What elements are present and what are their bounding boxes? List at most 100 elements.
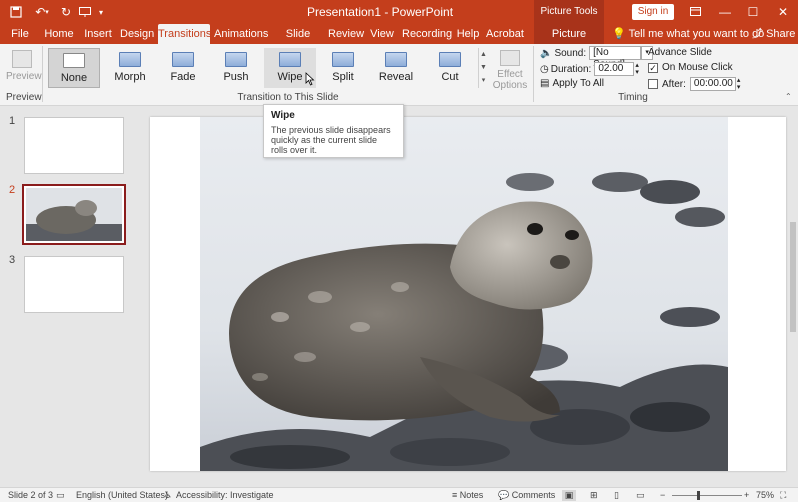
preview-button[interactable]: Preview — [6, 48, 42, 88]
tab-insert[interactable]: Insert — [82, 24, 114, 44]
tab-picture-format[interactable]: Picture Format — [534, 24, 604, 60]
tab-view[interactable]: View — [368, 24, 396, 44]
seal-photo-thumbnail-image — [26, 188, 122, 241]
slide-thumbnail-2[interactable] — [22, 184, 126, 245]
slideshow-view-icon[interactable]: ▭ — [636, 490, 645, 501]
zoom-out-icon[interactable]: − — [660, 490, 665, 501]
collapse-ribbon-icon[interactable]: ⌃ — [785, 92, 792, 101]
advance-slide-title: Advance Slide — [648, 47, 712, 58]
fit-slide-icon[interactable]: ⛶ — [780, 490, 786, 501]
tab-recording[interactable]: Recording — [402, 24, 452, 44]
apply-all-label: Apply To All — [552, 78, 604, 89]
accessibility-status[interactable]: Accessibility: Investigate — [176, 490, 274, 501]
tab-animations[interactable]: Animations — [214, 24, 268, 44]
redo-icon[interactable]: ↻ — [58, 4, 74, 20]
zoom-slider[interactable] — [672, 495, 742, 496]
transition-fade[interactable]: Fade — [157, 48, 209, 88]
gallery-up-icon[interactable]: ▲ — [479, 48, 488, 61]
share-icon: ⤴ — [752, 28, 763, 40]
share-button[interactable]: ⤴ Share — [752, 24, 795, 44]
preview-group-label: Preview — [6, 92, 42, 103]
zoom-slider-thumb[interactable] — [697, 491, 700, 500]
transition-split[interactable]: Split — [317, 48, 369, 88]
minimize-button[interactable]: — — [714, 2, 736, 22]
slide-sorter-icon[interactable]: ⊞ — [590, 490, 598, 501]
preview-label: Preview — [6, 71, 42, 82]
maximize-button[interactable]: ☐ — [742, 2, 764, 22]
after-input[interactable]: 00:00.00 — [689, 77, 736, 91]
slide-thumbnail-1[interactable] — [24, 117, 124, 174]
customize-toolbar-icon[interactable]: ▾ — [96, 4, 106, 20]
transition-label: None — [60, 72, 88, 84]
duration-row: ◷ Duration: 02.00 ▴ ▾ — [540, 62, 639, 76]
tab-acrobat[interactable]: Acrobat — [486, 24, 524, 44]
transition-morph[interactable]: Morph — [104, 48, 156, 88]
transition-label: Morph — [114, 71, 146, 83]
clock-icon: ◷ — [540, 63, 549, 75]
tell-me-search[interactable]: 💡 Tell me what you want to do — [612, 24, 764, 44]
comments-button[interactable]: 💬 Comments — [498, 490, 555, 501]
vertical-scroll-thumb[interactable] — [790, 222, 796, 332]
undo-icon[interactable]: ↶ ▾ — [30, 4, 54, 20]
picture-tools-header: Picture Tools — [534, 0, 604, 24]
sound-row: 🔈 Sound: [No Sound] ▾ — [540, 46, 654, 70]
on-mouse-click-checkbox[interactable]: ✓ — [648, 62, 658, 73]
slide-thumbnail-pane: 1 2 3 — [0, 107, 138, 487]
morph-transition-icon — [119, 52, 141, 67]
ribbon-display-icon[interactable] — [684, 2, 706, 22]
save-icon[interactable] — [8, 4, 24, 20]
slide-number: 2 — [9, 184, 16, 196]
window-title: Presentation1 - PowerPoint — [306, 5, 454, 19]
close-button[interactable]: ✕ — [772, 2, 794, 22]
tab-review[interactable]: Review — [328, 24, 364, 44]
after-label: After: — [662, 78, 686, 90]
push-transition-icon — [225, 52, 247, 67]
wipe-transition-icon — [279, 52, 301, 67]
effect-options-icon — [500, 50, 520, 66]
transition-cut[interactable]: Cut — [424, 48, 476, 88]
apply-all-button[interactable]: ▤ Apply To All — [540, 78, 604, 89]
gallery-more-icon[interactable]: ▾ — [479, 74, 488, 87]
vertical-scrollbar[interactable] — [788, 107, 798, 487]
share-label: Share — [766, 28, 796, 40]
transition-push[interactable]: Push — [210, 48, 262, 88]
tab-home[interactable]: Home — [42, 24, 76, 44]
gallery-scroll: ▲ ▼ ▾ — [478, 48, 488, 88]
spelling-icon[interactable]: ▭ — [56, 490, 65, 501]
transition-reveal[interactable]: Reveal — [370, 48, 422, 88]
seal-photo[interactable] — [200, 117, 728, 471]
after-checkbox[interactable] — [648, 79, 658, 89]
split-transition-icon — [332, 52, 354, 67]
zoom-level[interactable]: 75% — [756, 490, 774, 501]
speaker-icon: 🔈 — [540, 47, 553, 59]
reveal-transition-icon — [385, 52, 407, 67]
tab-slide-show[interactable]: Slide Show — [272, 24, 324, 60]
notes-button[interactable]: ≡ Notes — [452, 490, 483, 501]
slideshow-from-start-icon[interactable] — [78, 4, 92, 20]
slide-thumbnail-3[interactable] — [24, 256, 124, 313]
reading-view-icon[interactable]: ▯ — [614, 490, 619, 501]
slide-canvas[interactable] — [150, 117, 786, 471]
status-bar: Slide 2 of 3 ▭ English (United States) ♿… — [0, 487, 798, 502]
tab-help[interactable]: Help — [456, 24, 480, 44]
sound-dropdown[interactable]: [No Sound] — [589, 46, 642, 70]
transition-label: Wipe — [277, 71, 303, 83]
after-spinner-icon[interactable]: ▴ ▾ — [737, 77, 741, 91]
tab-file[interactable]: File — [6, 24, 34, 44]
sign-in-button[interactable]: Sign in — [632, 4, 674, 20]
transition-none[interactable]: None — [48, 48, 100, 88]
effect-options-button[interactable]: Effect Options — [490, 48, 530, 92]
slide-number: 3 — [9, 254, 16, 266]
on-mouse-click-row[interactable]: ✓ On Mouse Click — [648, 62, 733, 73]
duration-spinner-icon[interactable]: ▴ ▾ — [635, 62, 639, 76]
group-divider — [42, 46, 43, 102]
normal-view-icon[interactable]: ▣ — [562, 490, 576, 501]
language-status[interactable]: English (United States) — [76, 490, 168, 501]
title-bar: ↶ ▾ ↻ ▾ Presentation1 - PowerPoint Pictur… — [0, 0, 798, 24]
tab-transitions[interactable]: Transitions — [158, 24, 211, 44]
gallery-down-icon[interactable]: ▼ — [479, 61, 488, 74]
tab-design[interactable]: Design — [120, 24, 154, 44]
transition-label: Cut — [441, 71, 459, 83]
zoom-in-icon[interactable]: + — [744, 490, 749, 501]
duration-input[interactable]: 02.00 — [594, 62, 635, 76]
